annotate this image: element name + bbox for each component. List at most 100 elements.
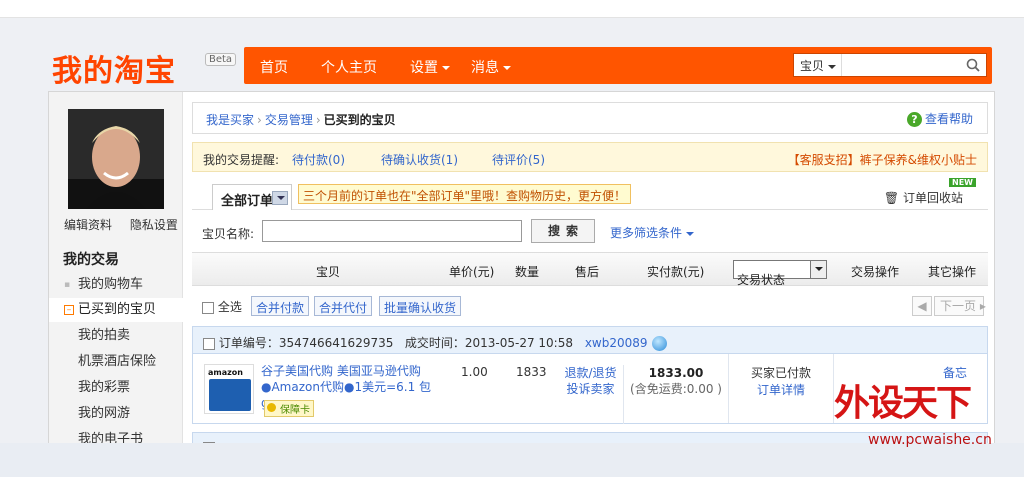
watermark-url: www.pcwaishe.cn bbox=[868, 432, 992, 448]
reminder-pending-receipt[interactable]: 待确认收货(1) bbox=[381, 151, 458, 168]
help-link[interactable]: ? 查看帮助 bbox=[906, 110, 973, 127]
table-header: 宝贝 单价(元) 数量 售后 实付款(元) 交易状态 交易操作 其它操作 bbox=[192, 252, 988, 287]
help-label: 查看帮助 bbox=[924, 112, 973, 126]
beta-badge: Beta bbox=[205, 53, 237, 66]
chevron-down-icon bbox=[503, 66, 511, 70]
sidebar-section-title: 我的交易 bbox=[63, 252, 119, 268]
seller-link[interactable]: xwb20089 bbox=[585, 336, 648, 350]
paid-amount: 1833.00 bbox=[648, 366, 704, 380]
thumbnail-brand: amazon bbox=[208, 368, 243, 377]
wangwang-chat-icon[interactable] bbox=[651, 336, 667, 351]
reminder-pending-payment[interactable]: 待付款(0) bbox=[292, 151, 345, 168]
nav-home[interactable]: 首页 bbox=[260, 57, 288, 77]
chevron-down-icon bbox=[828, 64, 837, 69]
order-detail-link[interactable]: 订单详情 bbox=[729, 382, 833, 399]
col-trade-actions: 交易操作 bbox=[851, 265, 900, 279]
breadcrumb-separator: › bbox=[315, 113, 321, 127]
reminder-pending-review[interactable]: 待评价(5) bbox=[492, 151, 545, 168]
product-name-input[interactable] bbox=[262, 220, 522, 242]
trade-status-label: 交易状态 bbox=[737, 273, 786, 287]
order-tabs: 全部订单 三个月前的订单也在"全部订单"里哦！查购物历史，更方便！ 🗑 订单回收… bbox=[192, 174, 988, 210]
chevron-down-icon bbox=[442, 66, 450, 70]
nav-settings[interactable]: 设置 bbox=[410, 57, 450, 77]
more-filters-label: 更多筛选条件 bbox=[610, 226, 683, 240]
product-name-label: 宝贝名称: bbox=[202, 227, 255, 241]
next-page-label: 下一页 bbox=[940, 299, 977, 313]
sidebar-item-bought-label: 已买到的宝贝 bbox=[78, 302, 157, 317]
sidebar-item-games[interactable]: 我的网游 bbox=[49, 402, 183, 426]
tab-all-orders[interactable]: 全部订单 bbox=[212, 184, 292, 210]
collapse-icon: – bbox=[64, 305, 74, 315]
search-scope-label: 宝贝 bbox=[800, 59, 825, 73]
prev-page-button[interactable]: ◀ bbox=[912, 296, 932, 316]
avatar[interactable] bbox=[68, 109, 164, 209]
nav-messages-label: 消息 bbox=[471, 60, 499, 76]
select-all-label: 全选 bbox=[217, 300, 242, 314]
refund-return-link[interactable]: 退款/退货 bbox=[558, 365, 623, 381]
order-checkbox[interactable] bbox=[203, 337, 215, 350]
col-product: 宝贝 bbox=[316, 265, 341, 279]
batch-confirm-receipt-button[interactable]: 批量确认收货 bbox=[379, 296, 462, 316]
order-recycle-bin-link[interactable]: 🗑 订单回收站 bbox=[884, 189, 963, 206]
select-all[interactable]: 全选 bbox=[202, 298, 242, 315]
after-sale-cell: 退款/退货 投诉卖家 bbox=[558, 365, 624, 424]
next-page-button[interactable]: 下一页 ▸ bbox=[934, 296, 986, 316]
chevron-down-icon bbox=[810, 261, 826, 278]
col-paid: 实付款(元) bbox=[647, 265, 705, 279]
paid-amount-cell: 1833.00 (含免运费:0.00 ) bbox=[624, 354, 729, 423]
merge-pay-button[interactable]: 合并付款 bbox=[251, 296, 310, 316]
product-thumbnail[interactable]: amazon bbox=[204, 364, 254, 414]
guarantee-card-badge[interactable]: 保障卡 bbox=[264, 400, 314, 417]
merge-proxy-pay-button[interactable]: 合并代付 bbox=[314, 296, 373, 316]
unit-price: 1.00 bbox=[461, 365, 488, 379]
edit-profile-link[interactable]: 编辑资料 bbox=[64, 218, 112, 232]
taobao-logo[interactable]: 我的淘宝 bbox=[52, 46, 176, 90]
site-watermark: 外设天下 www.pcwaishe.cn bbox=[820, 372, 992, 462]
quantity: 1833 bbox=[516, 365, 547, 379]
col-other-actions: 其它操作 bbox=[928, 265, 977, 279]
nav-settings-label: 设置 bbox=[410, 60, 438, 76]
sidebar-item-bought[interactable]: – 已买到的宝贝 bbox=[49, 298, 183, 322]
watermark-logo: 外设天下 bbox=[834, 383, 972, 424]
col-after-sale: 售后 bbox=[575, 265, 600, 279]
more-filters-link[interactable]: 更多筛选条件 bbox=[610, 224, 695, 241]
privacy-settings-link[interactable]: 隐私设置 bbox=[130, 218, 178, 232]
breadcrumb: 我是买家 › 交易管理 › 已买到的宝贝 ? 查看帮助 bbox=[192, 102, 988, 134]
select-all-checkbox[interactable] bbox=[202, 301, 214, 314]
sidebar-item-travel[interactable]: 机票酒店保险 bbox=[49, 350, 183, 374]
sidebar-item-cart[interactable]: 我的购物车 bbox=[49, 273, 183, 297]
new-badge: NEW bbox=[949, 178, 976, 187]
service-tip-link[interactable]: 【客服支招】裤子保养&维权小贴士 bbox=[788, 151, 977, 168]
order-time: 2013-05-27 10:58 bbox=[464, 336, 573, 350]
nav-messages[interactable]: 消息 bbox=[471, 57, 511, 77]
complain-seller-link[interactable]: 投诉卖家 bbox=[558, 381, 623, 397]
order-time-label: 成交时间： bbox=[404, 336, 465, 350]
order-header: 订单编号：354746641629735 成交时间：2013-05-27 10:… bbox=[192, 326, 988, 354]
breadcrumb-buyer[interactable]: 我是买家 bbox=[206, 113, 254, 127]
nav-search-box: 宝贝 bbox=[793, 53, 987, 77]
order-no-label: 订单编号： bbox=[218, 336, 279, 350]
product-search-row: 宝贝名称: 搜索 更多筛选条件 bbox=[192, 216, 988, 250]
order-number: 354746641629735 bbox=[278, 336, 394, 350]
sidebar: 编辑资料 隐私设置 我的交易 我的购物车 –已买到的宝贝 我的拍卖 机票酒店保险… bbox=[49, 92, 183, 477]
chevron-down-icon[interactable] bbox=[272, 191, 288, 205]
search-icon[interactable] bbox=[966, 58, 980, 72]
batch-actions: 全选 合并付款 合并代付 批量确认收货 ◀ 下一页 ▸ bbox=[192, 294, 988, 318]
search-scope-select[interactable]: 宝贝 bbox=[794, 54, 842, 76]
trash-icon: 🗑 bbox=[883, 191, 900, 205]
col-unit-price: 单价(元) bbox=[449, 265, 495, 279]
reminder-label: 我的交易提醒: bbox=[203, 153, 280, 167]
history-notice: 三个月前的订单也在"全部订单"里哦！查购物历史，更方便！ bbox=[298, 184, 632, 204]
nav-personal-page[interactable]: 个人主页 bbox=[321, 57, 377, 77]
breadcrumb-separator: › bbox=[257, 113, 262, 127]
col-quantity: 数量 bbox=[515, 265, 540, 279]
sidebar-item-auction[interactable]: 我的拍卖 bbox=[49, 324, 183, 348]
sidebar-item-lottery[interactable]: 我的彩票 bbox=[49, 376, 183, 400]
trade-status: 买家已付款 bbox=[750, 366, 811, 380]
trade-status-select[interactable]: 交易状态 bbox=[733, 260, 827, 287]
breadcrumb-trade-management[interactable]: 交易管理 bbox=[265, 113, 313, 127]
profile-links: 编辑资料 隐私设置 bbox=[64, 216, 192, 233]
chevron-down-icon bbox=[686, 231, 695, 236]
breadcrumb-current: 已买到的宝贝 bbox=[323, 113, 396, 127]
search-button[interactable]: 搜索 bbox=[531, 219, 595, 243]
